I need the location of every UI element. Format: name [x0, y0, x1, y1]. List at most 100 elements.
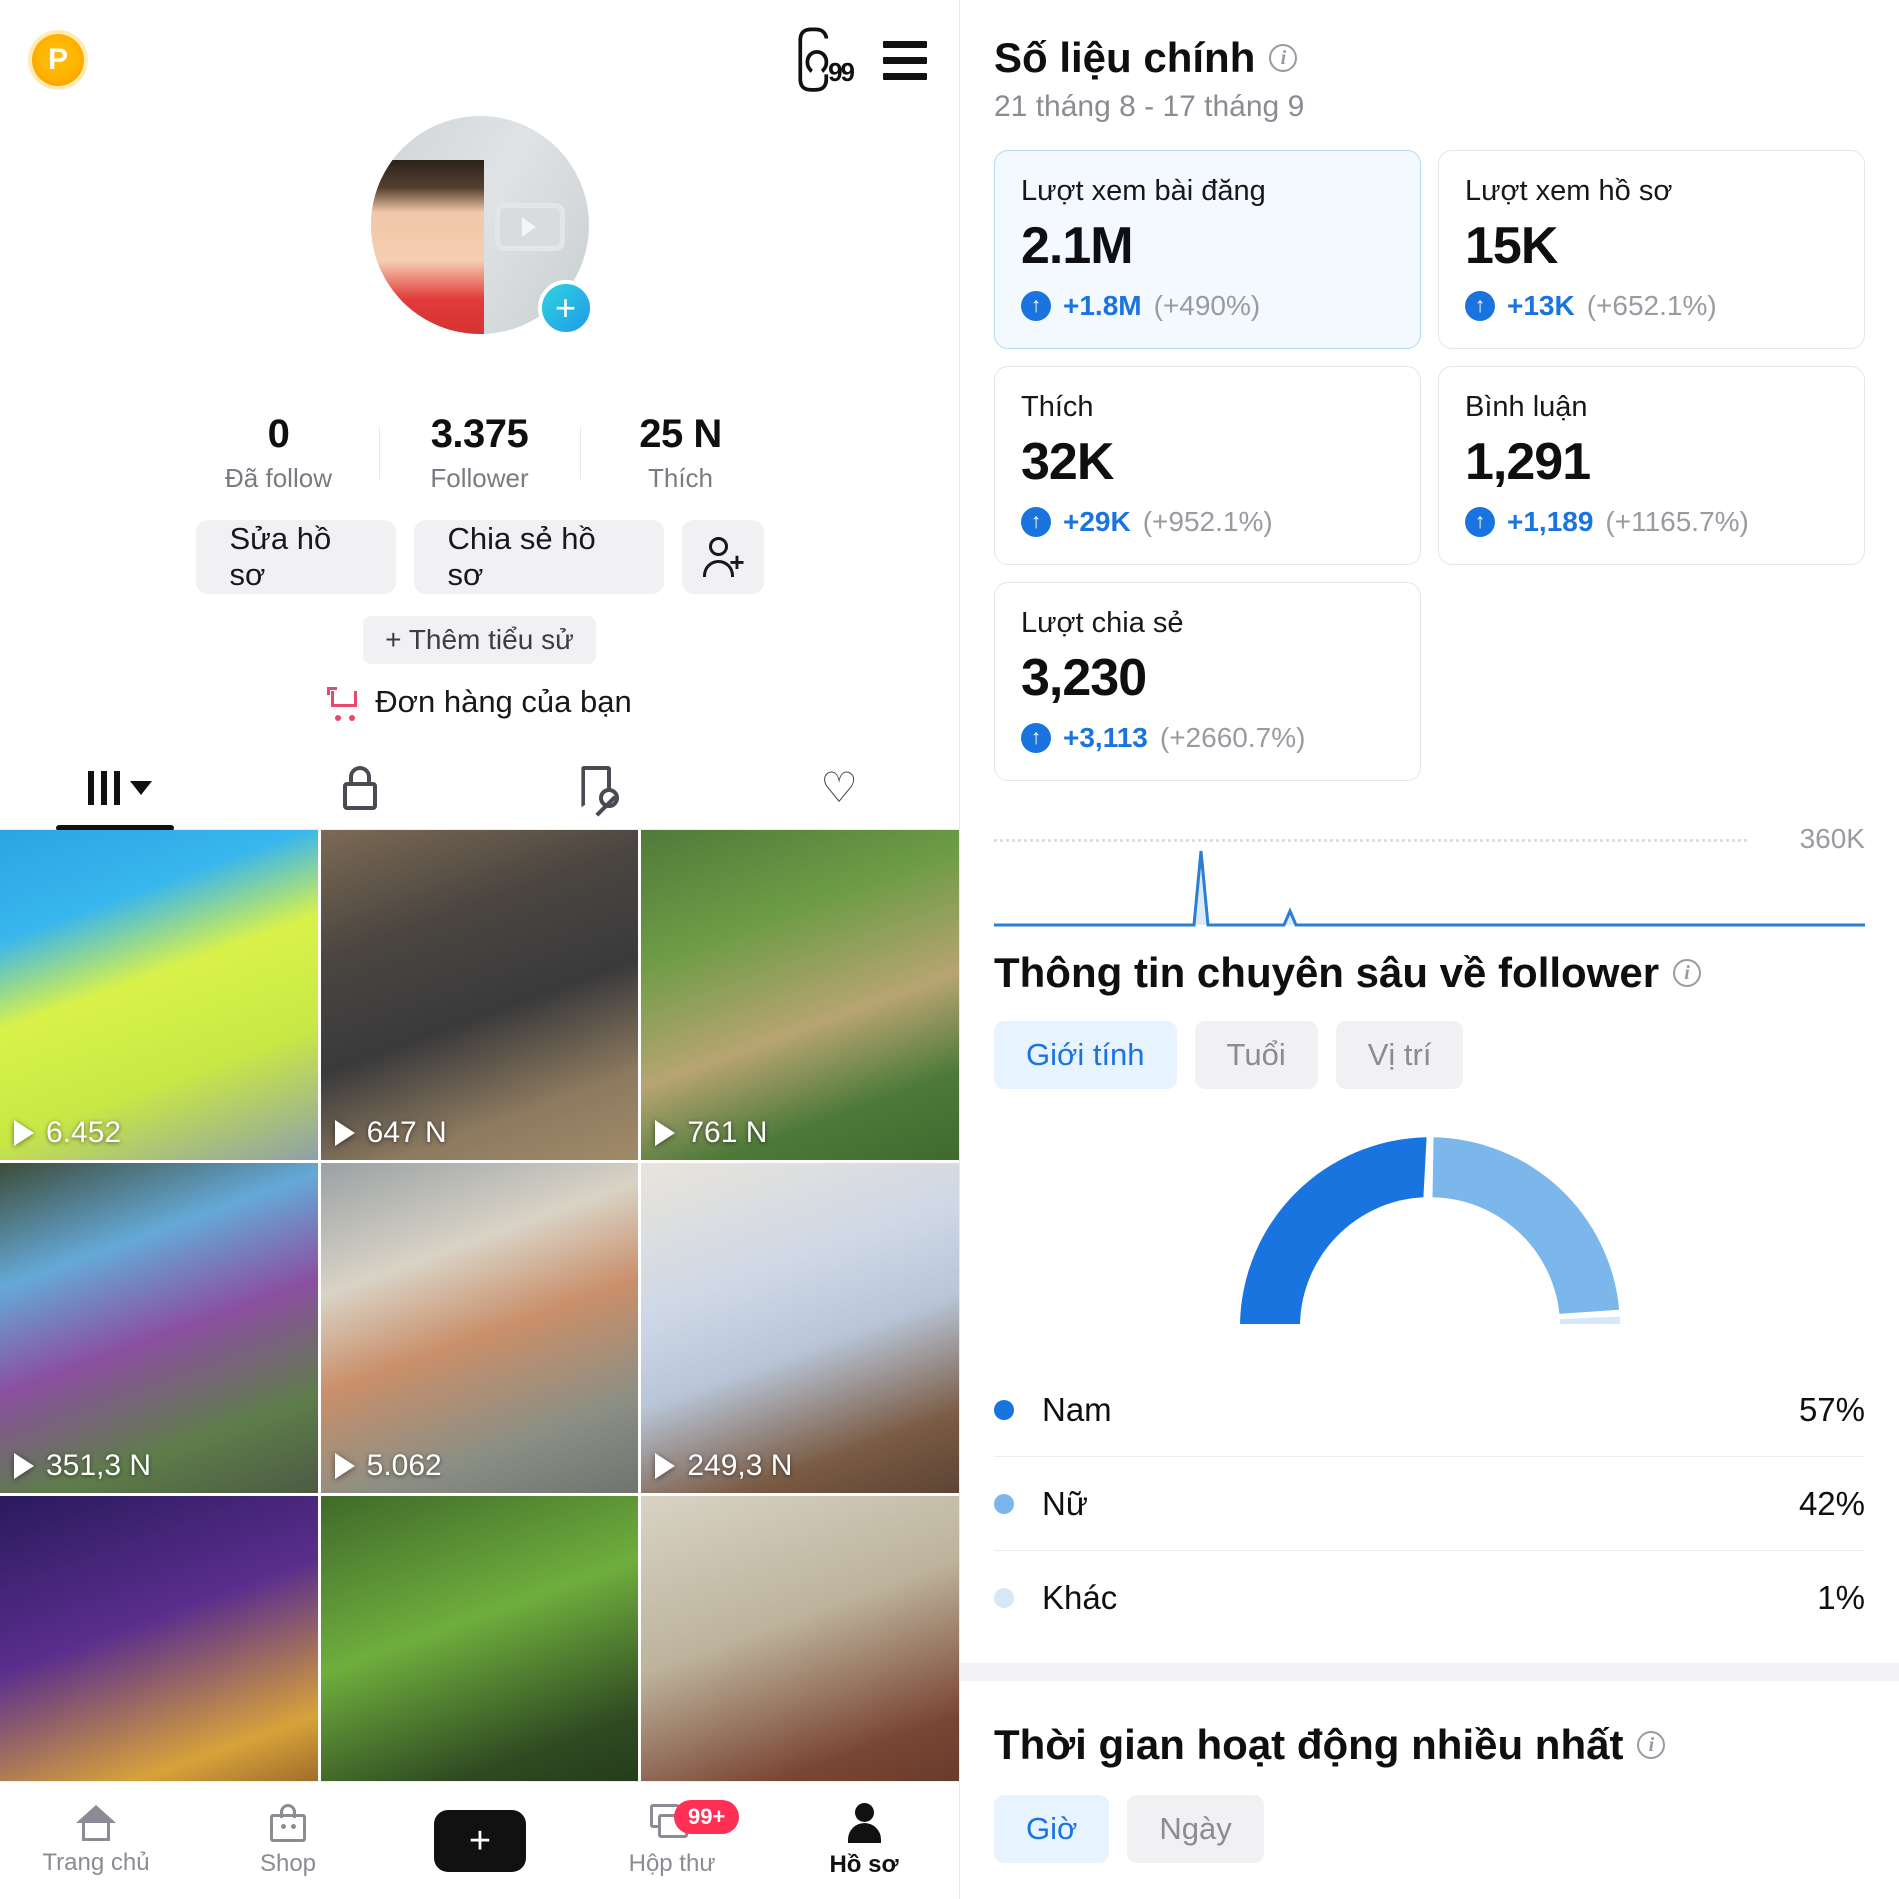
metric-delta: ↑ +3,113 (+2660.7%): [1021, 722, 1394, 754]
bookmark-off-icon: [581, 765, 620, 817]
video-cell[interactable]: 6.452: [0, 830, 318, 1160]
key-metrics-date-range: 21 tháng 8 - 17 tháng 9: [994, 90, 1305, 123]
legend-dot-nam: [994, 1399, 1014, 1420]
video-cell[interactable]: [320, 1496, 639, 1826]
metric-card-likes[interactable]: Thích 32K ↑ +29K (+952.1%): [994, 366, 1421, 565]
metric-title: Bình luận: [1465, 391, 1588, 423]
avatar-play-button-art: [494, 203, 565, 252]
tab-saved[interactable]: [480, 746, 720, 829]
glyph-99-sub: 99: [828, 56, 855, 87]
video-view-count: 647 N: [366, 1116, 447, 1149]
video-cell[interactable]: [0, 1496, 318, 1826]
metric-card-comments[interactable]: Bình luận 1,291 ↑ +1,189 (+1165.7%): [1438, 366, 1865, 565]
metric-delta-percent: (+490%): [1153, 290, 1261, 321]
video-cell[interactable]: 647 N: [320, 830, 639, 1160]
info-icon[interactable]: i: [1673, 959, 1702, 987]
arrow-up-icon: ↑: [1021, 507, 1051, 537]
metric-delta-percent: (+652.1%): [1586, 290, 1717, 321]
stat-likes-value: 25 N: [639, 412, 722, 456]
coin-icon[interactable]: P: [32, 34, 84, 86]
add-bio-button[interactable]: + Thêm tiểu sử: [363, 616, 596, 664]
play-icon: [334, 1120, 355, 1146]
video-cell[interactable]: 5.062: [320, 1163, 639, 1493]
legend-value-nam: 57%: [1798, 1390, 1865, 1428]
info-icon[interactable]: i: [1269, 44, 1298, 72]
nav-profile-label: Hồ sơ: [829, 1850, 899, 1878]
gauge-segment-nam: [1239, 1137, 1427, 1324]
tab-location[interactable]: Vị trí: [1335, 1021, 1464, 1089]
legend-label-khac: Khác: [1042, 1579, 1118, 1616]
metric-card-shares[interactable]: Lượt chia sẻ 3,230 ↑ +3,113 (+2660.7%): [994, 582, 1421, 781]
video-views: 6.452: [14, 1116, 121, 1150]
edit-profile-button[interactable]: Sửa hồ sơ: [195, 520, 396, 594]
metric-value: 2.1M: [1021, 217, 1134, 275]
nav-home[interactable]: Trang chủ: [0, 1804, 192, 1877]
section-separator: [960, 1663, 1899, 1681]
gender-gauge-chart: [994, 1119, 1865, 1329]
stat-following-value: 0: [267, 412, 290, 456]
profile-tabs: ♡: [0, 746, 959, 830]
share-profile-button[interactable]: Chia sẻ hồ sơ: [413, 520, 664, 594]
avatar-face: [370, 159, 484, 334]
gauge-segment-nu: [1432, 1137, 1619, 1314]
profile-panel: P ဂြ99 + 0 Đã follow 3.375 Follower 25 N…: [0, 0, 960, 1899]
analytics-panel: Số liệu chính i 21 tháng 8 - 17 tháng 9 …: [960, 0, 1899, 1899]
tab-day[interactable]: Ngày: [1127, 1795, 1264, 1863]
tab-gender[interactable]: Giới tính: [994, 1021, 1177, 1089]
play-icon: [655, 1453, 676, 1479]
tab-private[interactable]: [240, 746, 480, 829]
nav-shop[interactable]: Shop: [192, 1803, 384, 1878]
stat-following-label: Đã follow: [225, 463, 332, 493]
active-time-title: Thời gian hoạt động nhiều nhất i: [994, 1721, 1865, 1769]
tab-hour[interactable]: Giờ: [994, 1795, 1110, 1863]
key-metrics-title-text: Số liệu chính: [994, 34, 1256, 81]
video-cell[interactable]: [641, 1496, 959, 1826]
legend-row-nam: Nam 57%: [994, 1363, 1865, 1457]
video-views: 5.062: [334, 1449, 442, 1483]
stat-followers[interactable]: 3.375 Follower: [380, 412, 580, 494]
metric-card-profile-views[interactable]: Lượt xem hồ sơ 15K ↑ +13K (+652.1%): [1438, 150, 1865, 349]
metric-title: Lượt xem hồ sơ: [1465, 175, 1673, 207]
video-cell[interactable]: 351,3 N: [0, 1163, 318, 1493]
metric-value: 32K: [1021, 433, 1114, 491]
video-cell[interactable]: 249,3 N: [641, 1163, 959, 1493]
hamburger-icon[interactable]: [883, 40, 927, 80]
follower-insights-title-text: Thông tin chuyên sâu về follower: [994, 949, 1660, 996]
shop-icon: [270, 1803, 306, 1842]
profile-icon: [844, 1802, 884, 1843]
tab-age[interactable]: Tuổi: [1194, 1021, 1318, 1089]
nav-profile[interactable]: Hồ sơ: [768, 1802, 959, 1879]
active-time-section: Thời gian hoạt động nhiều nhất i Giờ Ngà…: [994, 1721, 1865, 1863]
nav-create[interactable]: +: [384, 1809, 576, 1872]
add-user-button[interactable]: +: [681, 520, 764, 594]
stat-likes[interactable]: 25 N Thích: [581, 412, 781, 494]
info-icon[interactable]: i: [1637, 1731, 1666, 1759]
gender-semicircle-svg: [1239, 1137, 1620, 1324]
video-views: 761 N: [655, 1116, 767, 1150]
video-cell[interactable]: 761 N: [641, 830, 959, 1160]
play-icon: [334, 1453, 355, 1479]
avatar-section: +: [0, 116, 959, 336]
metric-title: Lượt chia sẻ: [1021, 607, 1184, 639]
legend-dot-khac: [994, 1588, 1014, 1608]
gauge-segment-khac: [1559, 1316, 1620, 1324]
chevron-down-icon: [129, 780, 152, 795]
bottom-navigation: Trang chủ Shop + 99+ Hộp thư Hồ sơ: [0, 1781, 959, 1899]
profile-action-buttons: Sửa hồ sơ Chia sẻ hồ sơ +: [0, 520, 959, 594]
stat-following[interactable]: 0 Đã follow: [179, 412, 379, 494]
tab-liked[interactable]: ♡: [719, 746, 959, 829]
burmese-99-glyph[interactable]: ဂြ99: [796, 27, 855, 94]
tab-videos[interactable]: [0, 746, 240, 829]
plus-icon[interactable]: +: [537, 280, 594, 336]
your-orders-link[interactable]: Đơn hàng của bạn: [327, 684, 632, 721]
metric-card-post-views[interactable]: Lượt xem bài đăng 2.1M ↑ +1.8M (+490%): [994, 150, 1421, 349]
metric-value: 15K: [1465, 217, 1558, 275]
heart-icon: ♡: [820, 763, 858, 811]
metric-value: 3,230: [1021, 649, 1147, 707]
create-icon: +: [427, 1809, 533, 1872]
inbox-badge: 99+: [674, 1799, 740, 1834]
follower-insight-tabs: Giới tính Tuổi Vị trí: [994, 1021, 1865, 1089]
follower-insights-title: Thông tin chuyên sâu về follower i: [994, 949, 1865, 997]
nav-inbox[interactable]: 99+ Hộp thư: [576, 1799, 768, 1878]
metric-delta-value: +3,113: [1063, 722, 1148, 753]
